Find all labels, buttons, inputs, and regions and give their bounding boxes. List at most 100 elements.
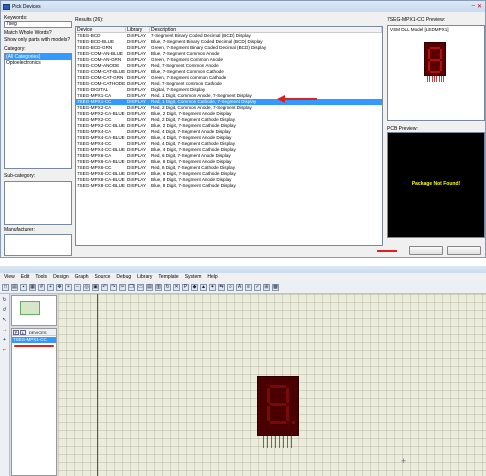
menu-tools[interactable]: Tools [35, 274, 47, 280]
zoom-in-icon[interactable]: + [65, 283, 72, 291]
packaging-icon[interactable]: ▲ [200, 283, 207, 291]
origin-marker-icon: + [401, 456, 407, 466]
paste-icon[interactable]: ▭ [137, 283, 144, 291]
preview-pin [427, 76, 428, 82]
block-copy-icon[interactable]: ▤ [146, 283, 153, 291]
pan-icon[interactable]: ✥ [56, 283, 63, 291]
preview-pin [429, 76, 431, 82]
keywords-input[interactable]: 7seg [4, 21, 72, 28]
erc-icon[interactable]: ✓ [254, 283, 261, 291]
devices-label: DEVICES [29, 329, 47, 335]
component-pin [267, 436, 268, 448]
subcategory-list[interactable] [4, 181, 72, 225]
junction-icon[interactable]: + [1, 336, 9, 344]
column-description[interactable]: Description [150, 27, 382, 33]
zoom-area-icon[interactable]: ▣ [92, 283, 99, 291]
block-delete-icon[interactable]: ✕ [173, 283, 180, 291]
menu-template[interactable]: Template [158, 274, 178, 280]
menu-system[interactable]: System [185, 274, 202, 280]
device-cell: 7SEG-MPX8-CC-BLUE [77, 183, 125, 188]
block-rotate-icon[interactable]: ↻ [164, 283, 171, 291]
menu-bar: View Edit Tools Design Graph Source Debu… [0, 273, 486, 281]
dialog-titlebar: Pick Devices – ✕ [1, 1, 485, 12]
search-icon[interactable]: ⌕ [227, 283, 234, 291]
device-selector: P L DEVICES 7SEG-MPX1-CC [11, 328, 57, 476]
annotation-arrow-ok [377, 250, 397, 252]
pcb-message: Package Not Found! [411, 181, 461, 187]
results-table[interactable]: Device Library Description 7SEG-BCD DISPL… [75, 26, 383, 246]
close-icon[interactable]: ✕ [477, 3, 482, 10]
menu-graph[interactable]: Graph [75, 274, 89, 280]
preview-pin [443, 76, 445, 82]
table-row[interactable]: 7SEG-MPX8-CC-BLUE DISPLAY Blue, 8 Digit, 7… [76, 183, 382, 189]
menu-library[interactable]: Library [137, 274, 152, 280]
manufacturer-list[interactable] [4, 234, 72, 256]
dialog-title: Pick Devices [12, 3, 41, 10]
show-models-label[interactable]: Show only parts with models? [4, 37, 70, 43]
copy-icon[interactable]: ❐ [128, 283, 135, 291]
results-label: Results (26): [75, 17, 104, 23]
print-icon[interactable]: ▦ [29, 283, 36, 291]
cancel-button[interactable] [447, 246, 481, 255]
zoom-all-icon[interactable]: ◎ [83, 283, 90, 291]
make-device-icon[interactable]: ◆ [191, 283, 198, 291]
component-pin [287, 436, 288, 448]
bom-icon[interactable]: ≡ [245, 283, 252, 291]
ok-button[interactable] [409, 246, 443, 255]
block-move-icon[interactable]: ▥ [155, 283, 162, 291]
component-mode-icon[interactable]: → [1, 326, 9, 334]
match-whole-words-label[interactable]: Match Whole Words? [4, 30, 52, 36]
property-icon[interactable]: A [236, 283, 243, 291]
menu-design[interactable]: Design [53, 274, 69, 280]
zoom-out-icon[interactable]: − [74, 283, 81, 291]
device-item[interactable]: 7SEG-MPX1-CC [12, 337, 56, 343]
minimize-icon[interactable]: – [472, 3, 475, 10]
pick-device-icon[interactable]: P [182, 283, 189, 291]
toolbar: □ ▤ ▪ ▦ # + ✥ + − ◎ ▣ ↶ ↷ ✂ ❐ ▭ ▤ ▥ ↻ ✕ … [0, 281, 486, 294]
component-pin [279, 436, 280, 448]
netlist-icon[interactable]: ⊞ [263, 283, 270, 291]
rotate-ccw-icon[interactable]: ↺ [1, 306, 9, 314]
redo-icon[interactable]: ↷ [110, 283, 117, 291]
wire-autorouter-icon[interactable]: ⇆ [218, 283, 225, 291]
open-icon[interactable]: ▤ [11, 283, 18, 291]
left-toolbox: ↻ ↺ ↖ → + ⌐ [0, 294, 10, 476]
selection-mode-icon[interactable]: ↖ [1, 316, 9, 324]
category-item[interactable]: Optoelectronics [5, 60, 71, 66]
cut-icon[interactable]: ✂ [119, 283, 126, 291]
column-device[interactable]: Device [76, 27, 126, 33]
origin-icon[interactable]: + [47, 283, 54, 291]
category-list[interactable]: (All Categories) Optoelectronics [4, 53, 72, 169]
menu-source[interactable]: Source [95, 274, 111, 280]
seven-segment-component[interactable] [257, 376, 299, 436]
menu-edit[interactable]: Edit [21, 274, 30, 280]
pcb-preview: Package Not Found! [387, 132, 485, 238]
new-icon[interactable]: □ [2, 283, 9, 291]
undo-icon[interactable]: ↶ [101, 283, 108, 291]
preview-model-label: VSM DLL Model [LEDMPX1] [390, 27, 449, 32]
menu-view[interactable]: View [4, 274, 15, 280]
preview-pin [433, 76, 435, 82]
isis-application: View Edit Tools Design Graph Source Debu… [0, 266, 486, 476]
grid-icon[interactable]: # [38, 283, 45, 291]
overview-window[interactable] [11, 295, 57, 326]
manufacturer-label: Manufacturer: [4, 227, 35, 233]
column-library[interactable]: Library [126, 27, 150, 33]
preview-pin [440, 76, 442, 82]
menu-debug[interactable]: Debug [116, 274, 131, 280]
pick-from-library-button[interactable]: P [13, 329, 19, 335]
library-manager-button[interactable]: L [20, 329, 26, 335]
annotation-arrowhead [277, 95, 285, 103]
component-pin [271, 436, 272, 448]
rotate-cw-icon[interactable]: ↻ [1, 296, 9, 304]
subcategory-label: Sub-category: [4, 173, 36, 179]
menu-help[interactable]: Help [207, 274, 217, 280]
preview-pin [436, 76, 438, 82]
save-icon[interactable]: ▪ [20, 283, 27, 291]
preview-pin [438, 76, 440, 82]
app-icon [3, 3, 10, 10]
device-selector-header: P L DEVICES [12, 329, 56, 336]
decompose-icon[interactable]: ✦ [209, 283, 216, 291]
label-icon[interactable]: ⌐ [1, 346, 9, 354]
ares-icon[interactable]: ▩ [272, 283, 279, 291]
